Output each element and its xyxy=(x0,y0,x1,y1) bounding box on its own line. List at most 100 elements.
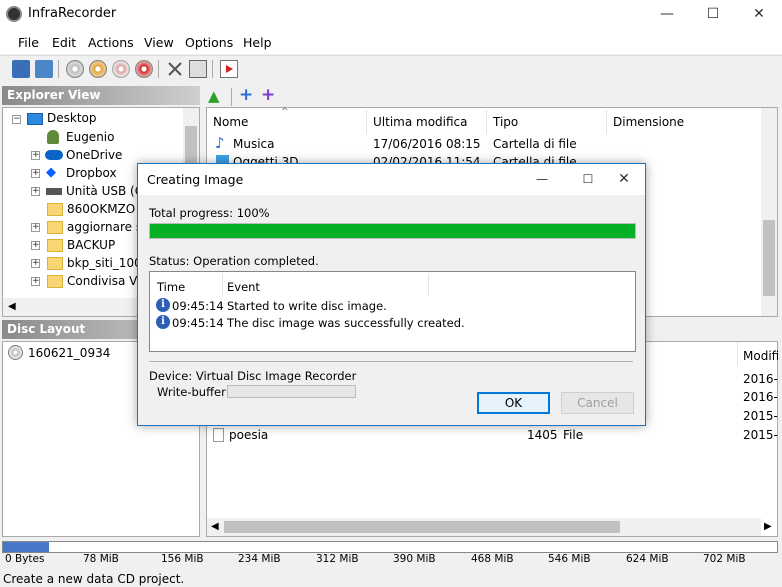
tree-expander-icon[interactable]: + xyxy=(31,277,40,286)
cancel-button[interactable]: Cancel xyxy=(561,392,634,414)
menu-options[interactable]: Options xyxy=(185,35,233,50)
tree-item-eugenio[interactable]: Eugenio xyxy=(66,128,182,146)
column-divider xyxy=(366,110,367,134)
tree-expander-icon[interactable]: + xyxy=(31,259,40,268)
toolbar-separator xyxy=(158,60,159,78)
cube-3d-icon xyxy=(216,155,229,163)
column-header-ultima-modifica[interactable]: Ultima modifica xyxy=(373,115,468,129)
drive-properties-icon[interactable] xyxy=(189,60,207,78)
tree-expander-icon[interactable]: + xyxy=(31,187,40,196)
ruler-label: 624 MiB xyxy=(626,553,669,565)
tree-expander-icon[interactable]: + xyxy=(31,151,40,160)
column-header-nome[interactable]: Nome xyxy=(213,115,248,129)
ruler-label: 546 MiB xyxy=(548,553,591,565)
user-icon xyxy=(47,130,59,144)
list-scroll-thumb[interactable] xyxy=(763,220,775,296)
toolbar-separator xyxy=(58,60,59,78)
tree-expander-icon[interactable]: + xyxy=(31,169,40,178)
erase-disc-icon[interactable] xyxy=(112,60,130,78)
column-divider xyxy=(486,110,487,134)
ruler-label: 312 MiB xyxy=(316,553,359,565)
device-label: Device: Virtual Disc Image Recorder xyxy=(149,369,357,383)
menu-file[interactable]: File xyxy=(18,35,39,50)
maximize-button[interactable]: ☐ xyxy=(690,0,736,29)
dropbox-icon: ◆ xyxy=(46,165,56,180)
log-column-event[interactable]: Event xyxy=(227,280,260,294)
column-divider xyxy=(222,274,223,296)
creating-image-dialog: Creating Image — ☐ ✕ Total progress: 100… xyxy=(137,163,646,426)
disc-root-label[interactable]: 160621_0934 xyxy=(28,346,110,360)
tree-expander-icon[interactable]: + xyxy=(31,241,40,250)
burn-image-icon[interactable] xyxy=(66,60,84,78)
open-project-icon[interactable] xyxy=(12,60,30,78)
desktop-icon xyxy=(27,113,43,125)
menu-edit[interactable]: Edit xyxy=(52,35,76,50)
folder-icon xyxy=(47,203,63,216)
tools-icon[interactable] xyxy=(166,60,184,78)
ruler-label: 468 MiB xyxy=(471,553,514,565)
folder-icon xyxy=(47,221,63,234)
tree-expander-icon[interactable]: + xyxy=(31,223,40,232)
column-header-tipo[interactable]: Tipo xyxy=(493,115,518,129)
file-name[interactable]: Oggetti 3D xyxy=(233,155,299,163)
disc-scroll-thumb[interactable] xyxy=(224,521,620,533)
scroll-right-icon[interactable]: ▶ xyxy=(764,521,772,532)
copy-disc-icon[interactable] xyxy=(89,60,107,78)
dialog-close-button[interactable]: ✕ xyxy=(604,167,644,191)
ok-button[interactable]: OK xyxy=(477,392,550,414)
info-icon: i xyxy=(156,298,170,312)
file-modified: 2015-1 xyxy=(743,409,778,423)
log-time: 09:45:14 xyxy=(172,299,224,313)
log-time: 09:45:14 xyxy=(172,316,224,330)
scroll-left-icon[interactable]: ◀ xyxy=(211,521,219,532)
add-files-icon[interactable]: + xyxy=(239,85,253,105)
usb-drive-icon xyxy=(46,188,62,195)
tree-expander-icon[interactable]: − xyxy=(12,115,21,124)
file-size: 1405 xyxy=(527,428,558,442)
progress-fill xyxy=(150,224,635,238)
column-header-dimensione[interactable]: Dimensione xyxy=(613,115,684,129)
ruler-label: 702 MiB xyxy=(703,553,746,565)
ruler-label: 0 Bytes xyxy=(5,553,45,565)
tree-item-desktop[interactable]: Desktop xyxy=(47,109,182,127)
explorer-view-header: Explorer View xyxy=(2,86,200,105)
up-folder-icon[interactable]: ▲ xyxy=(208,88,220,104)
close-button[interactable]: ✕ xyxy=(736,0,782,29)
capacity-ruler xyxy=(2,541,778,553)
dialog-minimize-button[interactable]: — xyxy=(522,167,562,191)
disc-icon xyxy=(8,345,23,360)
minimize-button[interactable]: — xyxy=(644,0,690,29)
file-name[interactable]: poesia xyxy=(229,428,268,442)
save-project-icon[interactable] xyxy=(35,60,53,78)
scroll-left-icon[interactable]: ◀ xyxy=(8,301,16,312)
menu-actions[interactable]: Actions xyxy=(88,35,134,50)
menu-help[interactable]: Help xyxy=(243,35,272,50)
tree-item-onedrive[interactable]: OneDrive xyxy=(66,146,182,164)
folder-icon xyxy=(47,239,63,252)
cloud-icon xyxy=(45,150,63,160)
fixate-disc-icon[interactable] xyxy=(135,60,153,78)
progress-bar xyxy=(149,223,636,239)
add-folder-icon[interactable]: + xyxy=(261,85,275,105)
log-event: The disc image was successfully created. xyxy=(227,316,465,330)
ruler-label: 78 MiB xyxy=(83,553,119,565)
file-type: Cartella di file xyxy=(493,155,577,163)
folder-icon xyxy=(47,257,63,270)
event-log: Time Event i 09:45:14 Started to write d… xyxy=(149,271,636,352)
menu-view[interactable]: View xyxy=(144,35,174,50)
exit-icon[interactable] xyxy=(220,60,238,78)
log-column-time[interactable]: Time xyxy=(157,280,185,294)
write-buffer-label: Write-buffer: xyxy=(157,385,230,399)
info-icon: i xyxy=(156,315,170,329)
file-name[interactable]: Musica xyxy=(233,137,275,151)
column-header-modified[interactable]: Modifi xyxy=(743,349,778,363)
column-divider xyxy=(606,110,607,134)
capacity-used-bar xyxy=(3,542,49,552)
file-type: File xyxy=(563,428,584,442)
ruler-label: 156 MiB xyxy=(161,553,204,565)
dialog-maximize-button[interactable]: ☐ xyxy=(568,167,608,191)
app-logo-icon xyxy=(6,6,22,22)
sort-indicator-icon: ^ xyxy=(281,107,289,117)
folder-icon xyxy=(47,275,63,288)
file-modified: 2015-0 xyxy=(743,428,778,442)
